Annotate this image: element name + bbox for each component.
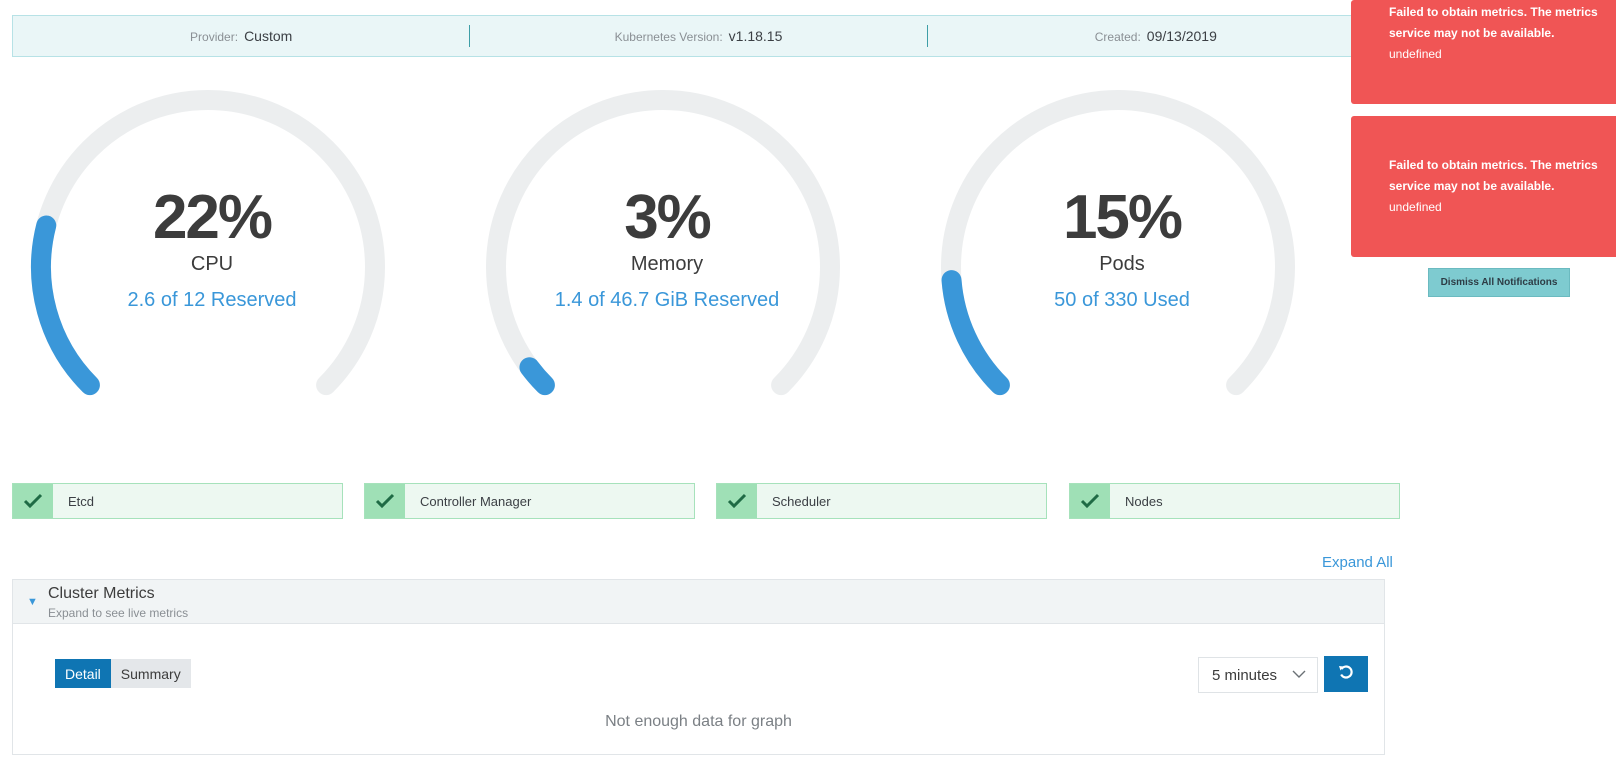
provider-info: Provider: Custom — [13, 28, 469, 44]
cluster-metrics-hint: Expand to see live metrics — [48, 606, 189, 620]
check-icon — [1070, 484, 1110, 518]
status-scheduler: Scheduler — [716, 483, 1047, 519]
provider-value: Custom — [244, 28, 293, 44]
cpu-gauge: 22% CPU 2.6 of 12 Reserved — [22, 90, 402, 410]
empty-graph-message: Not enough data for graph — [605, 713, 792, 730]
gauge-fill — [519, 357, 555, 396]
caret-down-icon[interactable]: ▼ — [27, 596, 38, 608]
cpu-label: CPU — [190, 253, 234, 275]
cluster-metrics-header[interactable]: ▼ Cluster Metrics Expand to see live met… — [13, 580, 1384, 624]
pods-used: 50 of 330 Used — [1054, 289, 1190, 311]
view-toggle: Detail Summary — [55, 659, 191, 688]
pods-label: Pods — [1099, 253, 1145, 275]
status-label: Controller Manager — [420, 493, 532, 509]
status-label: Scheduler — [772, 493, 831, 509]
created-label: Created: — [1094, 30, 1141, 44]
cluster-metrics-panel: ▼ Cluster Metrics Expand to see live met… — [12, 579, 1385, 755]
created-info: Created: 09/13/2019 — [928, 28, 1384, 44]
refresh-icon — [1337, 663, 1355, 686]
check-icon — [13, 484, 53, 518]
cpu-reserved: 2.6 of 12 Reserved — [127, 289, 297, 311]
check-icon — [717, 484, 757, 518]
notification-message: Failed to obtain metrics. The metrics se… — [1389, 158, 1598, 193]
check-icon — [365, 484, 405, 518]
pods-gauge: 15% Pods 50 of 330 Used — [932, 90, 1312, 410]
expand-all-link[interactable]: Expand All — [1322, 554, 1393, 571]
cpu-percent: 22% — [152, 183, 273, 252]
status-etcd: Etcd — [12, 483, 343, 519]
cluster-metrics-title: Cluster Metrics — [48, 585, 155, 602]
kubernetes-version-value: v1.18.15 — [728, 28, 783, 44]
provider-label: Provider: — [190, 30, 239, 44]
tab-summary[interactable]: Summary — [110, 659, 191, 688]
time-range-select[interactable]: 5 minutes — [1198, 657, 1318, 693]
status-label: Nodes — [1125, 493, 1163, 509]
status-nodes: Nodes — [1069, 483, 1400, 519]
error-notification[interactable]: Failed to obtain metrics. The metrics se… — [1351, 0, 1616, 104]
error-notification[interactable]: Failed to obtain metrics. The metrics se… — [1351, 116, 1616, 257]
memory-label: Memory — [630, 253, 704, 275]
notification-detail: undefined — [1389, 200, 1442, 214]
kubernetes-version-label: Kubernetes Version: — [614, 30, 723, 44]
time-range-value: 5 minutes — [1212, 666, 1278, 684]
memory-percent: 3% — [624, 183, 712, 252]
notification-detail: undefined — [1389, 47, 1442, 61]
dismiss-all-notifications-button[interactable]: Dismiss All Notifications — [1428, 268, 1570, 297]
cluster-info-bar: Provider: Custom Kubernetes Version: v1.… — [12, 15, 1385, 57]
created-value: 09/13/2019 — [1146, 28, 1217, 44]
memory-reserved: 1.4 of 46.7 GiB Reserved — [554, 289, 780, 311]
status-controller-manager: Controller Manager — [364, 483, 695, 519]
status-label: Etcd — [68, 493, 95, 509]
notification-message: Failed to obtain metrics. The metrics se… — [1389, 5, 1598, 40]
refresh-button[interactable] — [1324, 656, 1368, 692]
chevron-down-icon — [1291, 666, 1307, 686]
tab-detail[interactable]: Detail — [55, 659, 111, 688]
memory-gauge: 3% Memory 1.4 of 46.7 GiB Reserved — [477, 90, 857, 410]
kubernetes-version-info: Kubernetes Version: v1.18.15 — [470, 28, 926, 44]
pods-percent: 15% — [1062, 183, 1183, 252]
